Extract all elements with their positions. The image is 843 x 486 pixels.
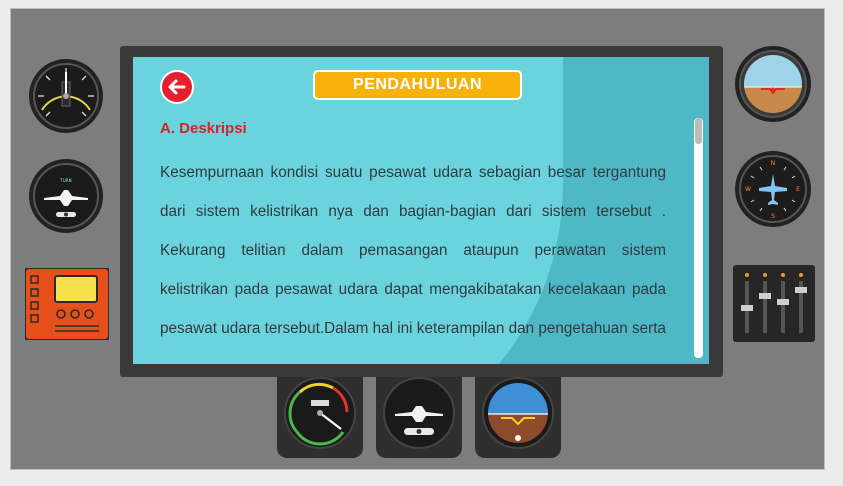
turn-indicator-icon bbox=[383, 377, 455, 449]
page-title: PENDAHULUAN bbox=[313, 70, 522, 100]
svg-text:E: E bbox=[796, 186, 800, 193]
artificial-horizon-icon bbox=[482, 377, 554, 449]
heading-indicator-icon: N E S W bbox=[735, 151, 811, 227]
scrollbar-thumb[interactable] bbox=[695, 118, 702, 144]
turn-coordinator-icon: TURN bbox=[29, 159, 103, 233]
back-button[interactable] bbox=[160, 70, 194, 104]
airspeed-indicator-icon bbox=[284, 377, 356, 449]
svg-text:W: W bbox=[745, 186, 751, 193]
cockpit-stage: TURN N E S W PENDAHULUAN A. Deskripsi Kesem… bbox=[0, 0, 843, 486]
section-heading: A. Deskripsi bbox=[160, 120, 247, 137]
svg-text:S: S bbox=[771, 213, 775, 220]
svg-text:N: N bbox=[771, 160, 776, 167]
throttle-levers-icon bbox=[733, 265, 815, 342]
radio-panel-icon bbox=[25, 268, 109, 340]
svg-text:TURN: TURN bbox=[59, 178, 71, 183]
altimeter-gauge-icon bbox=[29, 59, 103, 133]
description-paragraph: Kesempurnaan kondisi suatu pesawat udara… bbox=[160, 164, 666, 337]
arrow-left-icon bbox=[168, 79, 186, 95]
content-scrollbar[interactable] bbox=[694, 118, 703, 358]
attitude-indicator-icon bbox=[735, 46, 811, 122]
